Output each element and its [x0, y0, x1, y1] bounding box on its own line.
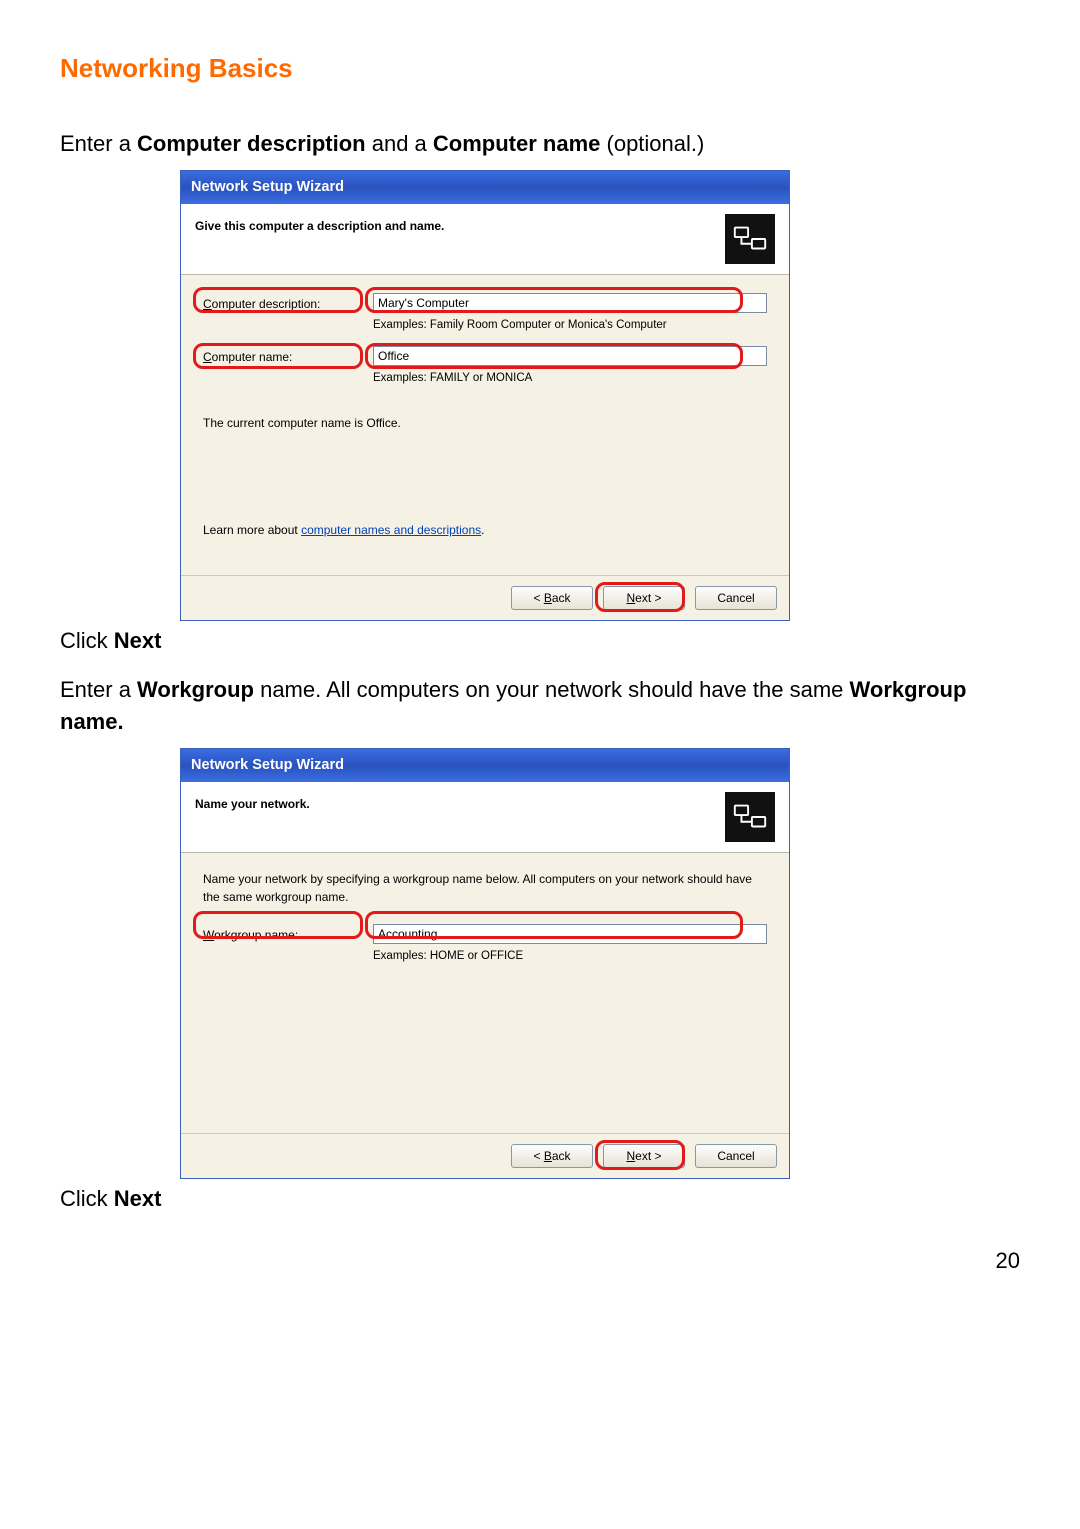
next-button[interactable]: Next > [603, 1144, 685, 1168]
click-next-2: Click Next [60, 1183, 1020, 1215]
text: name. All computers on your network shou… [254, 677, 850, 702]
text: Click [60, 628, 114, 653]
learn-more-link[interactable]: computer names and descriptions [301, 523, 481, 537]
computer-name-example: Examples: FAMILY or MONICA [203, 370, 767, 387]
text: (optional.) [600, 131, 704, 156]
banner: Give this computer a description and nam… [181, 204, 789, 275]
text: . [481, 523, 484, 537]
workgroup-input[interactable] [373, 924, 767, 944]
titlebar: Network Setup Wizard [181, 171, 789, 204]
cancel-button[interactable]: Cancel [695, 1144, 777, 1168]
text: Enter a [60, 131, 137, 156]
wizard-footer: < Back Next > Cancel [181, 575, 789, 620]
text: Click [60, 1186, 114, 1211]
back-button[interactable]: < Back [511, 1144, 593, 1168]
wizard-body: Name your network by specifying a workgr… [181, 853, 789, 1133]
computer-name-row: Computer name: [203, 346, 767, 366]
learn-more-line: Learn more about computer names and desc… [203, 522, 767, 539]
computer-name-label: Computer name: [203, 346, 373, 366]
text: omputer name: [212, 350, 293, 364]
instruction-2: Enter a Workgroup name. All computers on… [60, 674, 1020, 738]
wizard-footer: < Back Next > Cancel [181, 1133, 789, 1178]
workgroup-row: Workgroup name: [203, 924, 767, 944]
text: Learn more about [203, 523, 301, 537]
computer-name-input[interactable] [373, 346, 767, 366]
banner-text: Give this computer a description and nam… [195, 214, 717, 235]
wizard-1-window: Network Setup Wizard Give this computer … [180, 170, 790, 621]
computer-description-row: Computer description: [203, 293, 767, 313]
page-number: 20 [60, 1245, 1020, 1277]
computer-description-example: Examples: Family Room Computer or Monica… [203, 317, 767, 334]
bold: Computer name [433, 131, 600, 156]
next-button[interactable]: Next > [603, 586, 685, 610]
text: and a [366, 131, 433, 156]
current-computer-name: The current computer name is Office. [203, 415, 767, 432]
network-icon [725, 792, 775, 842]
text: Enter a [60, 677, 137, 702]
wizard-2-window: Network Setup Wizard Name your network. … [180, 748, 790, 1179]
back-button[interactable]: < Back [511, 586, 593, 610]
workgroup-example: Examples: HOME or OFFICE [203, 948, 767, 965]
bold: Next [114, 628, 162, 653]
bold: Workgroup [137, 677, 254, 702]
workgroup-label: Workgroup name: [203, 924, 373, 944]
banner: Name your network. [181, 782, 789, 853]
intro-text: Name your network by specifying a workgr… [203, 871, 767, 906]
computer-description-input[interactable] [373, 293, 767, 313]
banner-text: Name your network. [195, 792, 717, 813]
wizard-body: Computer description: Examples: Family R… [181, 275, 789, 575]
titlebar: Network Setup Wizard [181, 749, 789, 782]
bold: Next [114, 1186, 162, 1211]
page-title: Networking Basics [60, 50, 1020, 88]
bold: Computer description [137, 131, 366, 156]
cancel-button[interactable]: Cancel [695, 586, 777, 610]
click-next-1: Click Next [60, 625, 1020, 657]
computer-description-label: Computer description: [203, 293, 373, 313]
instruction-1: Enter a Computer description and a Compu… [60, 128, 1020, 160]
network-icon [725, 214, 775, 264]
